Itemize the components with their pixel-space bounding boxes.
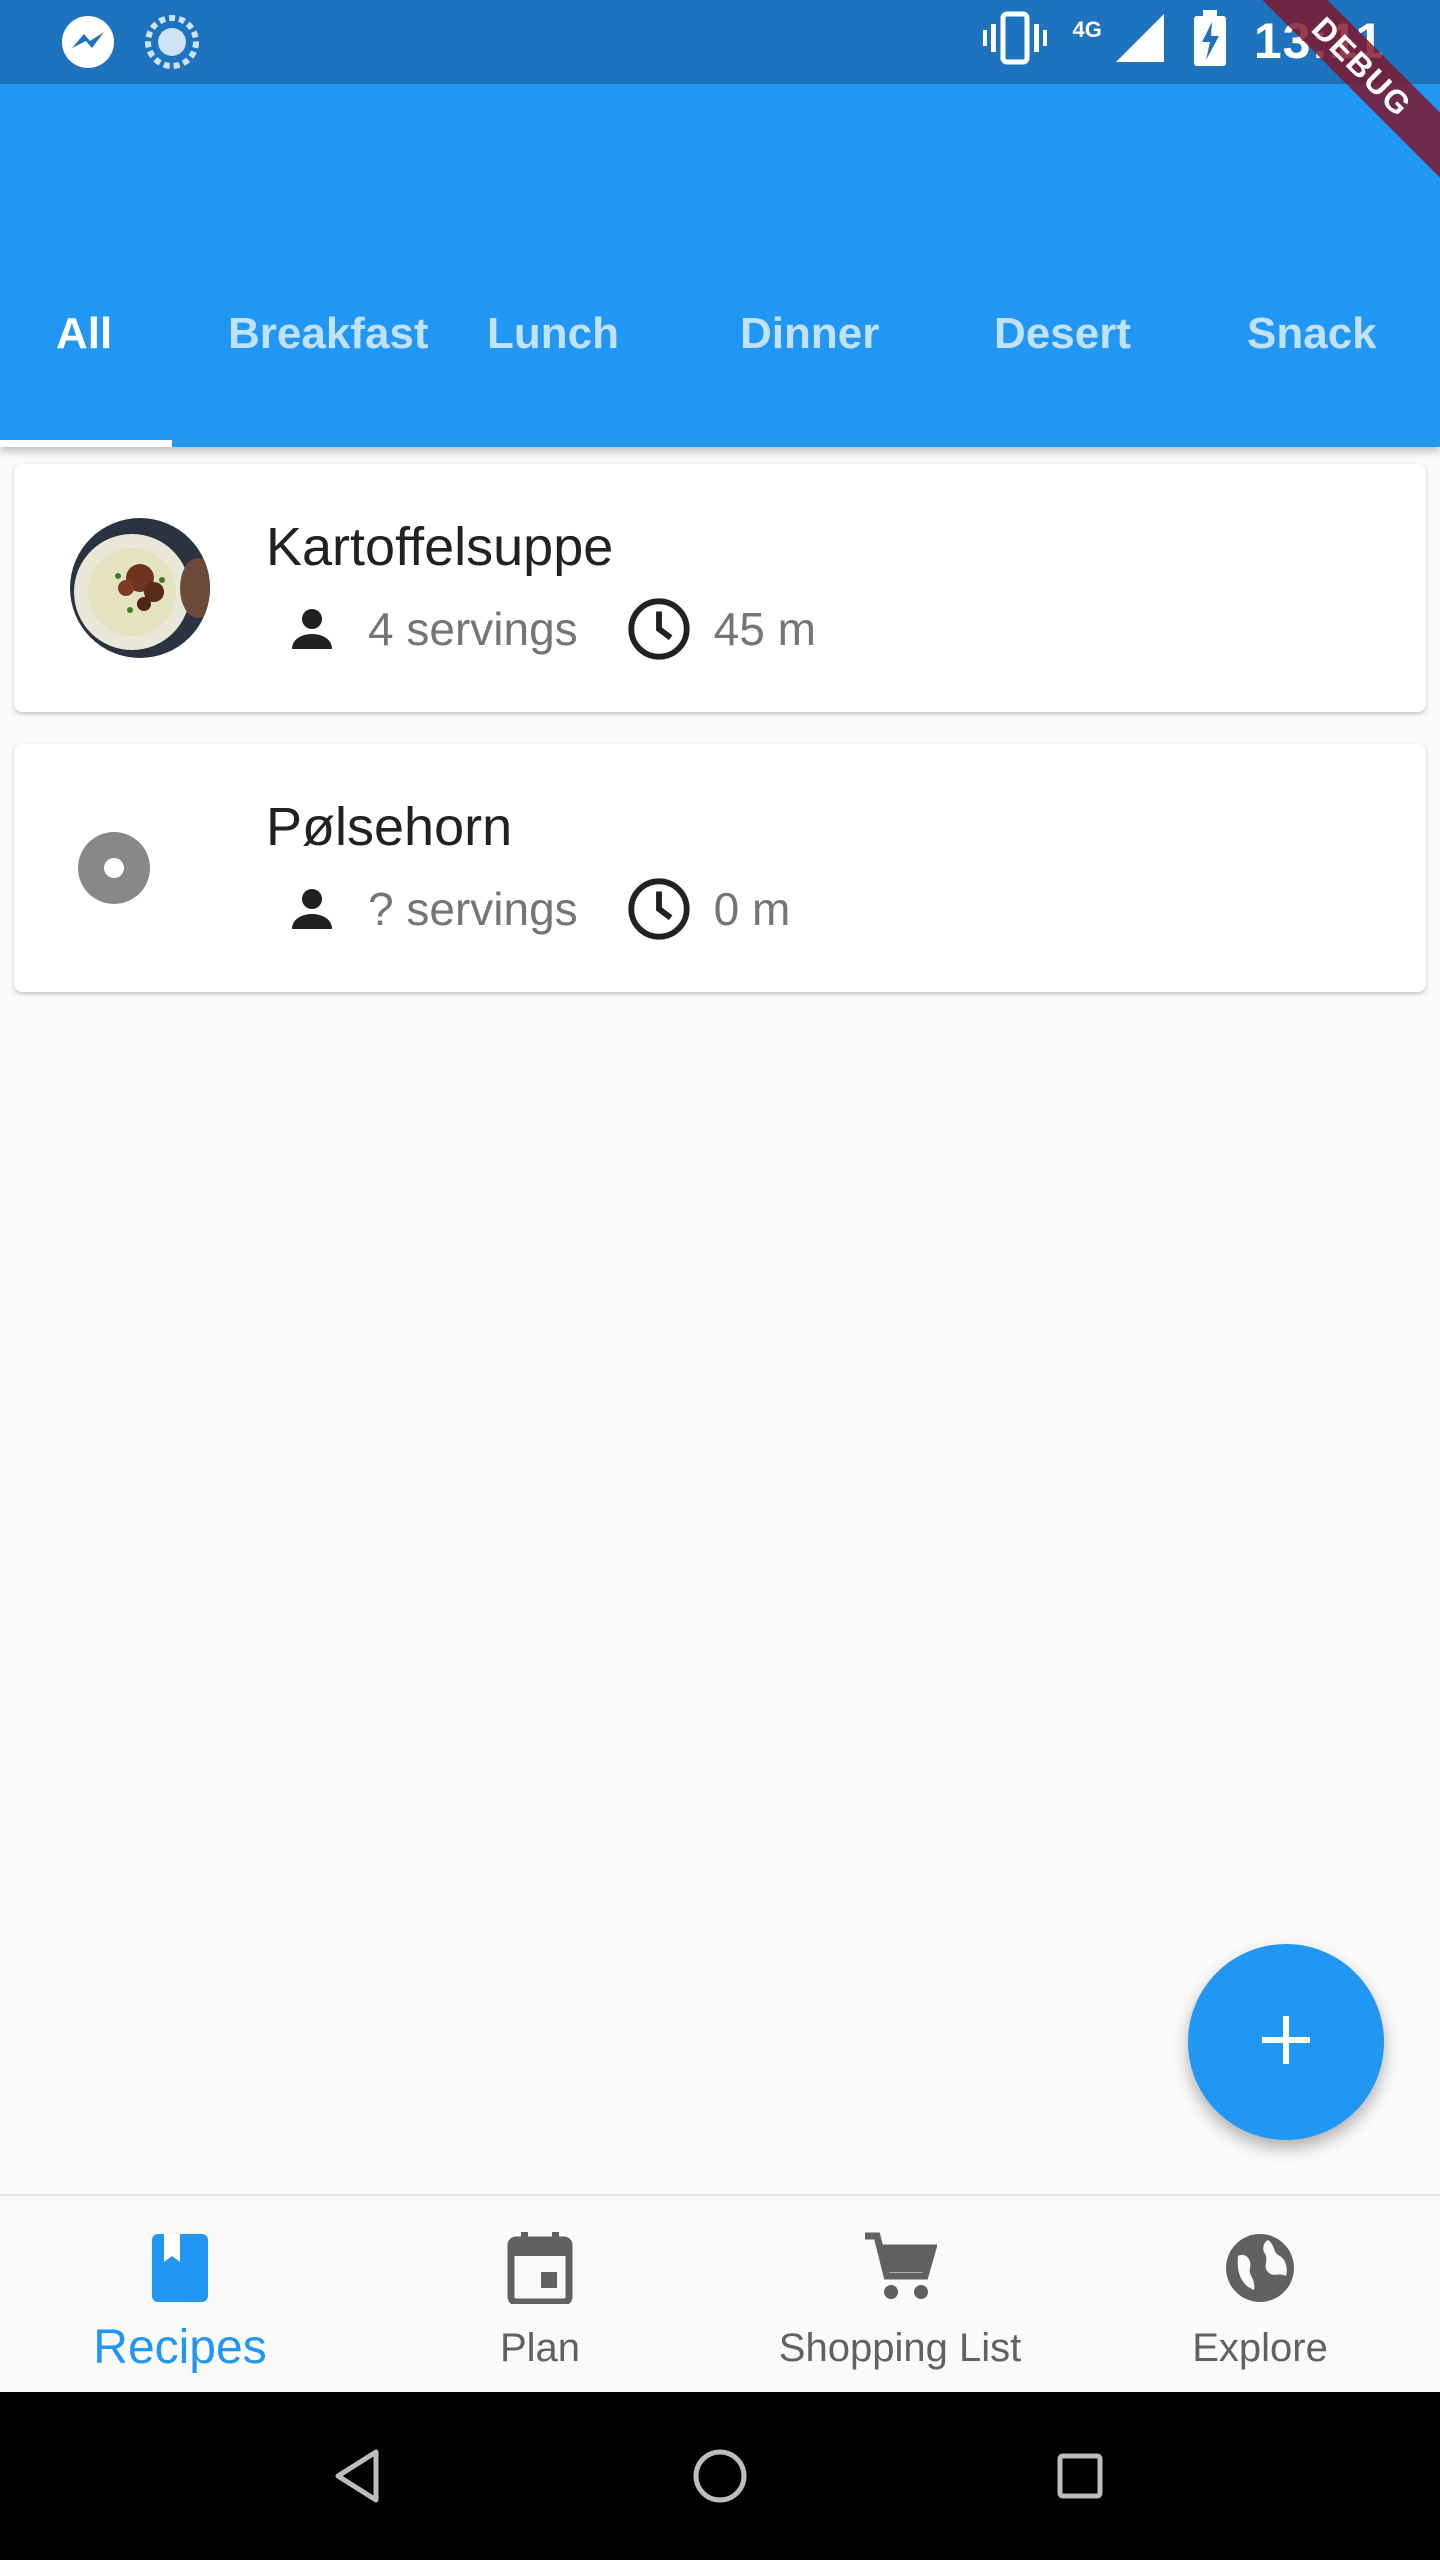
- recents-button[interactable]: [1040, 2436, 1120, 2516]
- nav-label: Explore: [1192, 2326, 1328, 2370]
- nav-recipes[interactable]: Recipes: [0, 2196, 360, 2394]
- servings-label: ? servings: [368, 883, 578, 935]
- time-label: 0 m: [713, 883, 791, 935]
- nav-explore[interactable]: Explore: [1080, 2196, 1440, 2394]
- sync-icon: [144, 14, 200, 75]
- tab-breakfast[interactable]: Breakfast: [172, 274, 429, 394]
- tab-snack[interactable]: Snack: [1191, 274, 1440, 394]
- recipe-thumbnail: [70, 518, 210, 658]
- network-type: 4G: [1072, 16, 1102, 42]
- shopping-cart-icon: [863, 2228, 937, 2308]
- add-recipe-button[interactable]: [1188, 1944, 1384, 2140]
- person-icon: [282, 879, 342, 939]
- placeholder-disc-icon: [76, 830, 152, 906]
- time-label: 45 m: [713, 603, 816, 655]
- clock-icon: [624, 594, 694, 664]
- recents-square-icon: [1057, 2453, 1103, 2499]
- category-tabs: All Breakfast Lunch Dinner Desert Snack: [0, 274, 1440, 394]
- app-bar: All Breakfast Lunch Dinner Desert Snack: [0, 84, 1440, 447]
- vibrate-icon: [982, 10, 1047, 71]
- back-button[interactable]: [320, 2436, 400, 2516]
- recipe-title: Kartoffelsuppe: [266, 517, 614, 577]
- nav-label: Recipes: [93, 2321, 267, 2374]
- calendar-icon: [507, 2228, 573, 2308]
- nav-label: Shopping List: [778, 2326, 1022, 2370]
- recipe-title: Pølsehorn: [266, 797, 513, 857]
- battery-charging-icon: [1192, 10, 1228, 71]
- globe-icon: [1224, 2228, 1296, 2308]
- tab-indicator: [0, 440, 172, 447]
- home-button[interactable]: [680, 2436, 760, 2516]
- recipe-list: Kartoffelsuppe 4 servings 45 m Pølsehorn…: [14, 464, 1426, 1024]
- status-bar: 4G 13:11: [0, 0, 1440, 84]
- signal-icon: [1114, 12, 1166, 69]
- add-icon: [1256, 2010, 1316, 2075]
- recipe-card[interactable]: Pølsehorn ? servings 0 m: [14, 744, 1426, 992]
- nav-label: Plan: [499, 2326, 581, 2370]
- back-triangle-icon: [335, 2449, 379, 2503]
- recipe-meta: 4 servings 45 m: [282, 594, 862, 664]
- recipe-card[interactable]: Kartoffelsuppe 4 servings 45 m: [14, 464, 1426, 712]
- nav-plan[interactable]: Plan: [360, 2196, 720, 2394]
- tab-lunch[interactable]: Lunch: [428, 274, 681, 394]
- clock-icon: [624, 874, 694, 944]
- nav-shopping-list[interactable]: Shopping List: [720, 2196, 1080, 2394]
- bottom-navigation: Recipes Plan Shopping List Explore: [0, 2194, 1440, 2394]
- recipe-meta: ? servings 0 m: [282, 874, 836, 944]
- messenger-icon: [60, 14, 116, 75]
- tab-all[interactable]: All: [0, 274, 172, 394]
- book-icon: [148, 2228, 212, 2308]
- servings-label: 4 servings: [368, 603, 578, 655]
- person-icon: [282, 599, 342, 659]
- tab-desert[interactable]: Desert: [935, 274, 1191, 394]
- system-navigation-bar: [0, 2392, 1440, 2560]
- home-circle-icon: [693, 2449, 747, 2503]
- tab-dinner[interactable]: Dinner: [681, 274, 935, 394]
